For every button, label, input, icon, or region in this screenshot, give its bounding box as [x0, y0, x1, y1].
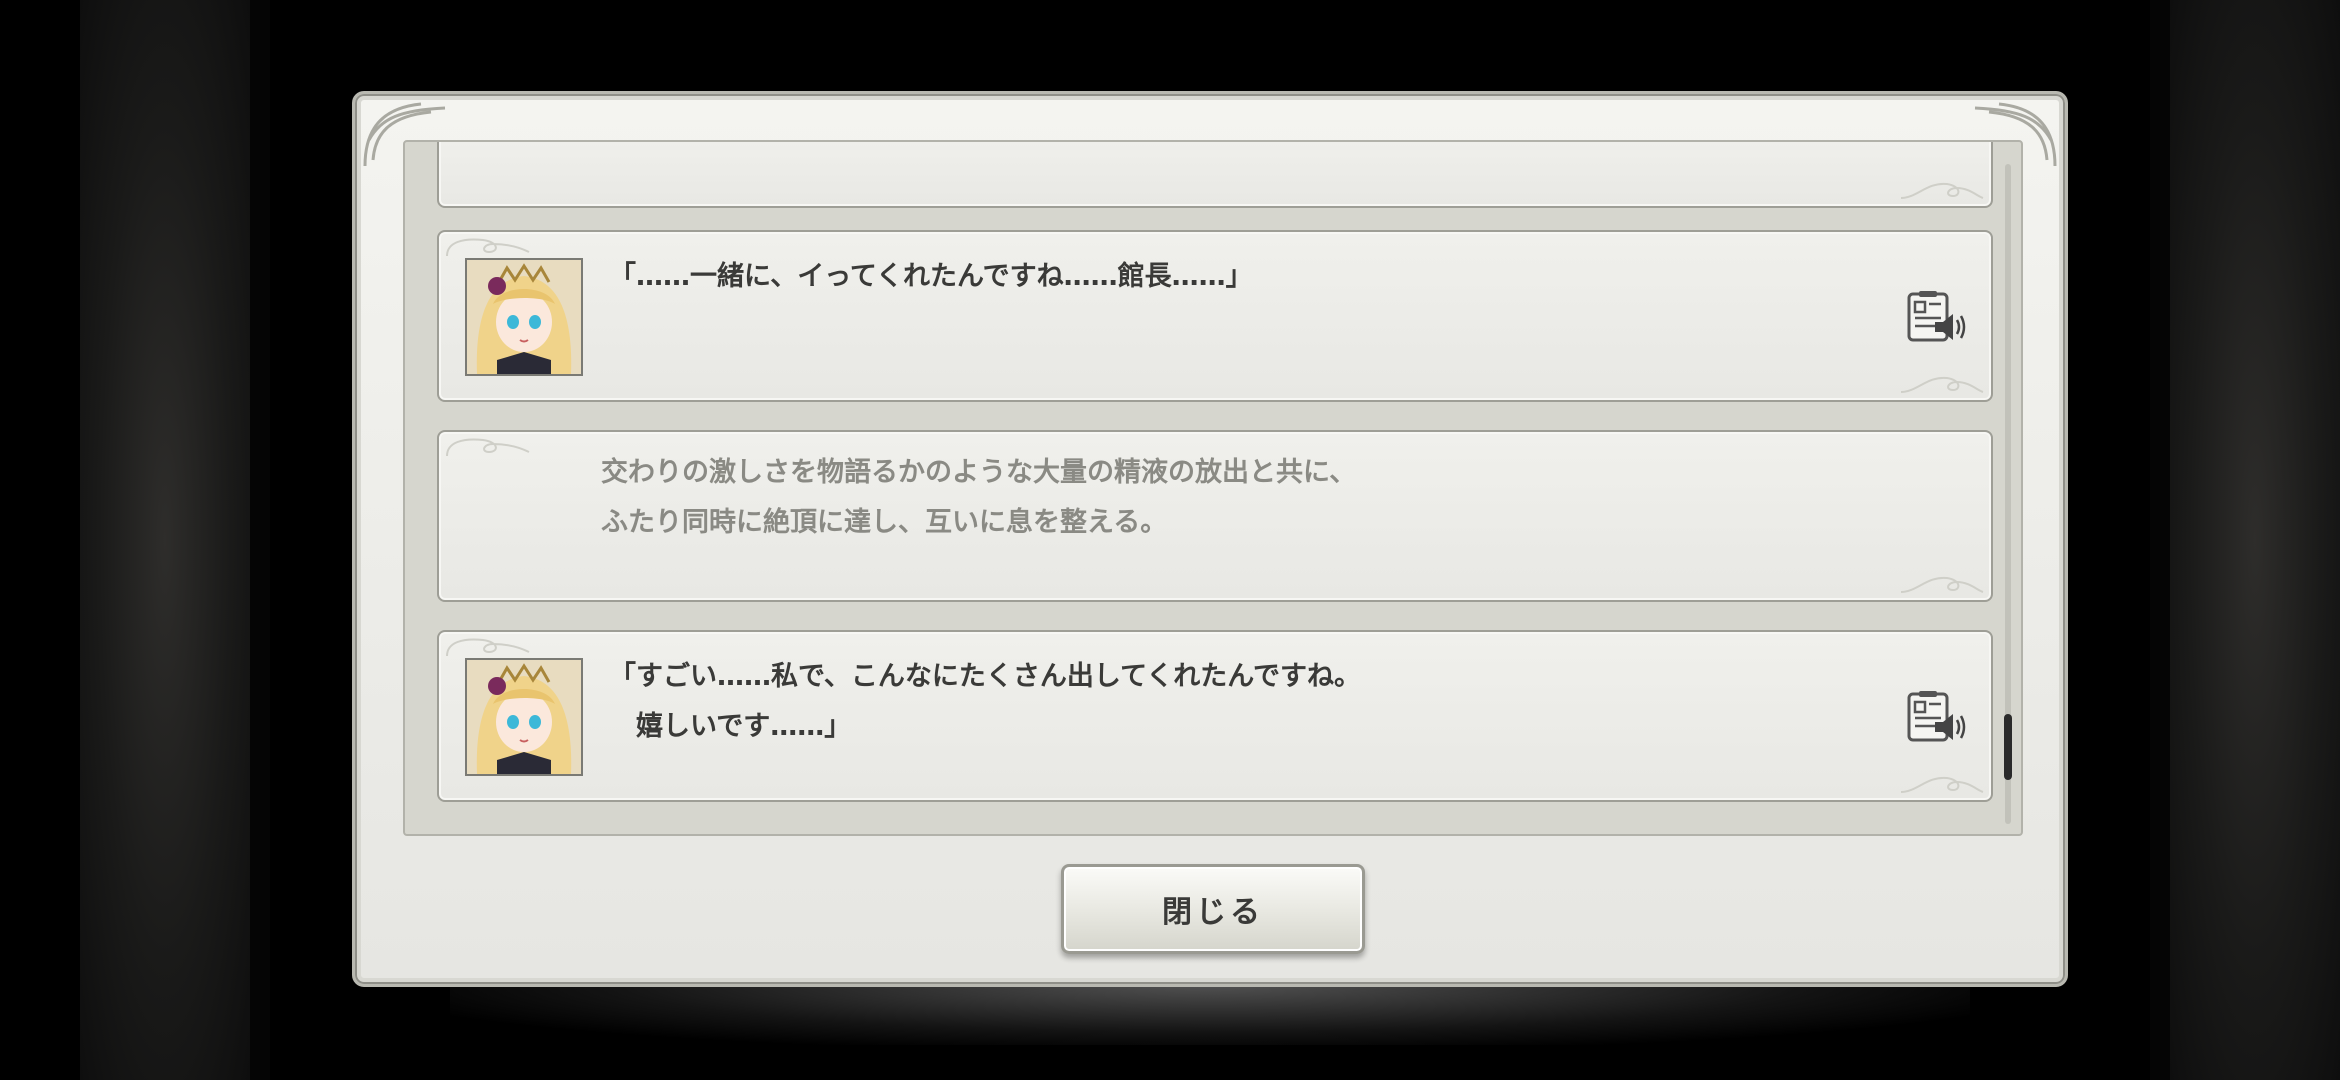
flourish-icon	[1900, 576, 1984, 593]
voice-replay-icon[interactable]	[1905, 290, 1967, 344]
backlog-list[interactable]: 「……一緒に、イってくれたんですね……館長……」 交わりの激しさを物語るかのよう…	[403, 140, 2023, 836]
flourish-icon	[446, 638, 530, 657]
flourish-icon	[1900, 182, 1984, 199]
log-entry-dialogue: 「すごい……私で、こんなにたくさん出してくれたんですね。 嬉しいです……」	[437, 630, 1993, 802]
close-button[interactable]: 閉じる	[1061, 864, 1365, 954]
log-entry-partial	[437, 142, 1993, 208]
log-entry-dialogue: 「……一緒に、イってくれたんですね……館長……」	[437, 230, 1993, 402]
background-left-panel	[80, 0, 250, 1080]
flourish-icon	[1900, 376, 1984, 393]
flourish-icon	[446, 438, 530, 457]
narration-text-line-2: ふたり同時に絶頂に達し、互いに息を整える。	[601, 507, 1168, 538]
voice-replay-icon[interactable]	[1905, 690, 1967, 744]
character-portrait	[465, 258, 583, 376]
log-entry-narration: 交わりの激しさを物語るかのような大量の精液の放出と共に、 ふたり同時に絶頂に達し…	[437, 430, 1993, 602]
dialog-shadow	[450, 985, 1970, 1045]
flourish-icon	[446, 238, 530, 257]
dialogue-text: 「……一緒に、イってくれたんですね……館長……」	[609, 261, 1253, 292]
dialogue-text-line-2: 嬉しいです……」	[609, 711, 852, 742]
narration-text-line-1: 交わりの激しさを物語るかのような大量の精液の放出と共に、	[601, 457, 1357, 488]
background-right-divider	[2150, 0, 2170, 1080]
flourish-icon	[1900, 776, 1984, 793]
background-left-divider	[250, 0, 270, 1080]
backlog-dialog: 「……一緒に、イってくれたんですね……館長……」 交わりの激しさを物語るかのよう…	[352, 91, 2068, 987]
character-portrait	[465, 658, 583, 776]
dialogue-text-line-1: 「すごい……私で、こんなにたくさん出してくれたんですね。	[609, 661, 1361, 692]
background-right-panel	[2170, 0, 2340, 1080]
scrollbar-thumb[interactable]	[2004, 714, 2012, 780]
